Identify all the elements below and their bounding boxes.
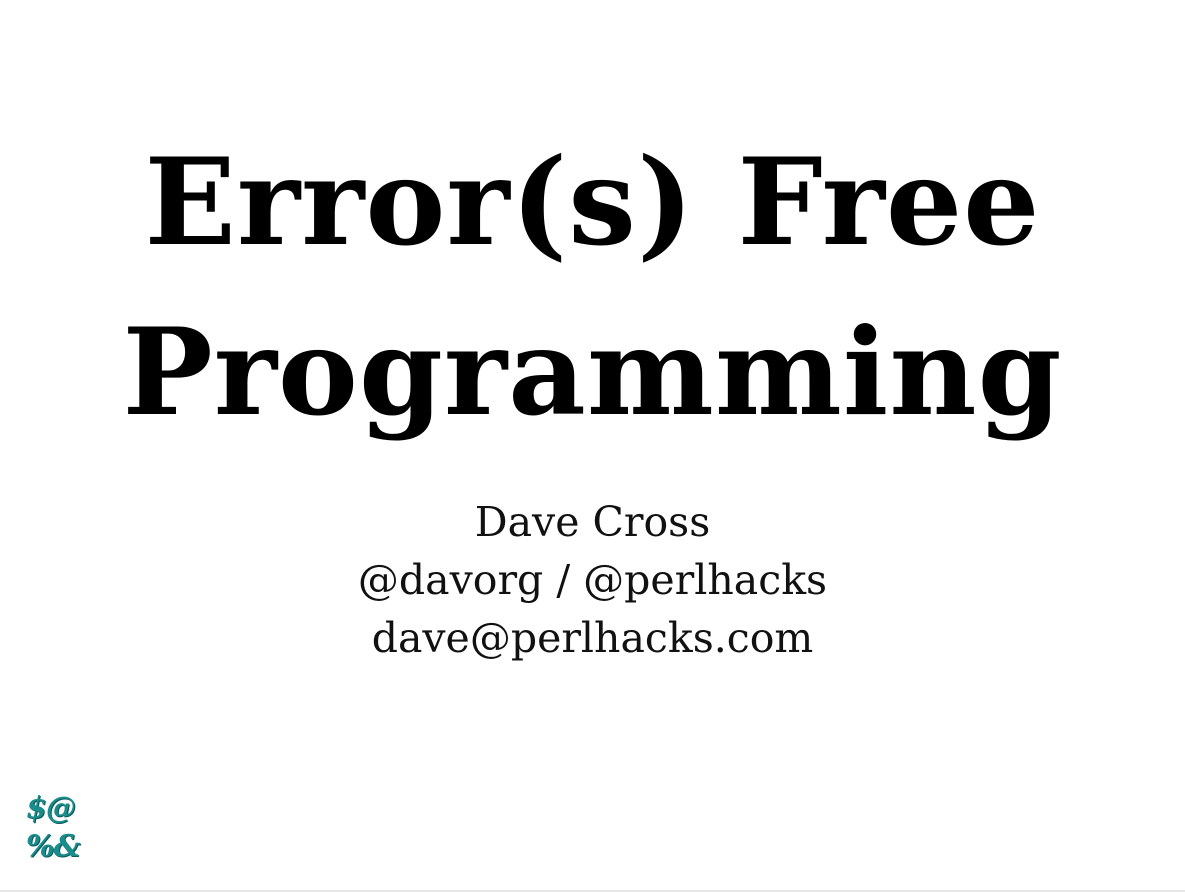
author-name: Dave Cross: [474, 498, 711, 546]
logo-line-2: %&: [26, 829, 81, 864]
author-block: Dave Cross @davorg / @perlhacks dave@per…: [0, 493, 1185, 667]
slide-title: Error(s) Free Programming: [0, 118, 1185, 458]
slide: Error(s) Free Programming Dave Cross @da…: [0, 0, 1185, 894]
perl-sigils-logo-icon: $@ %&: [26, 790, 90, 874]
bottom-divider: [0, 890, 1185, 892]
author-email: dave@perlhacks.com: [371, 614, 814, 662]
title-line-2: Programming: [122, 302, 1063, 443]
title-line-1: Error(s) Free: [144, 132, 1041, 273]
author-handles: @davorg / @perlhacks: [357, 556, 828, 604]
logo-line-1: $@: [26, 791, 76, 826]
